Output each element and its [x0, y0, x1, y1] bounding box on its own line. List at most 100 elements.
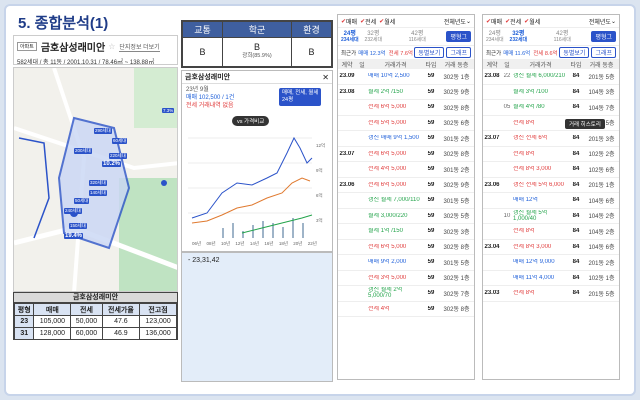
cell-price: 월세 1억 /150	[368, 228, 403, 235]
tab-42[interactable]: 42평 116세대	[388, 31, 446, 43]
map-marker[interactable]: 50세대	[74, 198, 90, 204]
table-row[interactable]: 전세 8억 3,000 84 102동 6층	[483, 162, 619, 178]
col-header: 타입	[570, 62, 582, 69]
cell-date: 23.08	[339, 88, 355, 95]
graph-button[interactable]: 그래프	[591, 47, 616, 58]
map-marker[interactable]: 10.2%	[102, 161, 122, 167]
chevron-down-icon[interactable]: ⌄	[611, 18, 616, 25]
cell-unit: 302동 3층	[443, 229, 470, 236]
map-marker[interactable]: 140세대	[89, 190, 107, 196]
cell-price: 전세 4억	[368, 305, 390, 312]
map-marker[interactable]: 7.3%	[162, 108, 175, 113]
table-row[interactable]: 23.06 갱신 전세 5억 6,000 84 201동 1층	[483, 178, 619, 193]
tab-32[interactable]: 32평 232세대	[510, 31, 528, 43]
filter-wolse[interactable]: 월세	[529, 17, 589, 26]
cell: 23	[14, 315, 35, 328]
chart-legend[interactable]: 매매, 전세, 월세 24평	[279, 88, 322, 106]
table-row[interactable]: 전세 4억 5,000 59 301동 2층	[338, 162, 474, 178]
cell-type: 84	[572, 88, 580, 95]
by-building-button[interactable]: 동별보기	[559, 47, 590, 58]
col-header: 전세	[70, 303, 103, 316]
map-marker[interactable]: 220세대	[109, 153, 127, 159]
star-icon[interactable]: ☆	[108, 42, 115, 51]
cell-price: 매매 12억	[513, 197, 538, 204]
table-row[interactable]: 23.08 월세 2억 /150 59 302동 9층	[338, 85, 474, 100]
cell-date: 23.06	[484, 181, 500, 188]
graph-button[interactable]: 그래프	[446, 47, 471, 58]
table-row[interactable]: 전세 5억 5,000 59 302동 6층	[338, 116, 474, 131]
cell-unit: 104동 6층	[588, 198, 615, 205]
cell-price: 매매 12억 9,000	[513, 259, 555, 266]
cell-price: 갱신 전세 5억 6,000	[513, 181, 564, 188]
cell: 50,000	[70, 315, 103, 328]
table-row[interactable]: 전세 3억 5,000 59 302동 1층	[338, 271, 474, 286]
map-marker[interactable]: 19.4%	[64, 233, 84, 239]
table-row[interactable]: 23.04 전세 8억 3,000 84 104동 6층	[483, 240, 619, 255]
tab-24[interactable]: 24평 234세대	[341, 31, 359, 43]
map-marker[interactable]: 150세대	[69, 223, 87, 229]
table-row[interactable]: 전세 6억 5,000 59 302동 8층	[338, 240, 474, 255]
table-row[interactable]: 매매 12억 84 104동 6층	[483, 193, 619, 209]
table-row[interactable]: 월세 3,000/220 59 302동 5층	[338, 209, 474, 224]
map-marker[interactable]: 60세대	[112, 138, 128, 144]
area-button[interactable]: 평형그	[446, 31, 471, 42]
tab-32[interactable]: 32평 232세대	[365, 31, 383, 43]
map-view[interactable]: 290세대 60세대 200세대 220세대 10.2% 320세대 140세대…	[13, 67, 178, 292]
table-row[interactable]: 매매 11억 4,000 84 102동 1층	[483, 271, 619, 286]
filter-jeonse[interactable]: 전세	[365, 17, 376, 26]
filter-jeonse[interactable]: 전세	[510, 17, 521, 26]
detail-link[interactable]: 단지정보 더보기	[119, 42, 160, 52]
col-header: 전고점	[139, 303, 177, 316]
period-select[interactable]: 전체년도	[444, 17, 466, 26]
period-select[interactable]: 전체년도	[589, 17, 611, 26]
tab-sub: 232세대	[364, 36, 383, 43]
x-tick: 14년	[249, 241, 260, 246]
area-button[interactable]: 평형그	[591, 31, 616, 42]
cell-type: 84	[572, 166, 580, 173]
filter-sale[interactable]: 매매	[491, 17, 502, 26]
table-row[interactable]: 갱신 월세 7,000/110 59 301동 5층	[338, 193, 474, 209]
table-row[interactable]: 23.06 전세 6억 5,000 59 302동 9층	[338, 178, 474, 193]
map-marker[interactable]: 200세대	[74, 148, 92, 154]
range-text: - 23,31,42	[188, 257, 220, 264]
table-row[interactable]: 23.07 갱신 전세 6억 84 201동 3층	[483, 131, 619, 147]
map-marker[interactable]: 320세대	[89, 180, 107, 186]
table-row[interactable]: 월세 3억 /100 84 104동 3층	[483, 85, 619, 100]
chevron-down-icon[interactable]: ⌄	[466, 18, 471, 25]
close-icon[interactable]: ✕	[322, 73, 329, 82]
cell-date: 23.08	[484, 73, 500, 80]
cell-type: 84	[572, 259, 580, 266]
table-row[interactable]: 매매 9억 2,000 59 301동 5층	[338, 255, 474, 271]
cell-date: 23.07	[339, 150, 355, 157]
table-row[interactable]: 23.07 전세 6억 5,000 59 302동 8층	[338, 147, 474, 162]
by-building-button[interactable]: 동별보기	[414, 47, 445, 58]
filter-sale[interactable]: 매매	[346, 17, 357, 26]
complex-name: 금호삼성래미안	[40, 43, 106, 54]
table-row[interactable]: 전세 4억 59 302동 8층	[338, 302, 474, 317]
price-table-title: 금호삼성래미안	[14, 293, 177, 303]
cell-unit: 302동 5층	[443, 214, 470, 221]
map-marker[interactable]: 290세대	[94, 128, 112, 134]
tab-24[interactable]: 24평 234세대	[486, 31, 504, 43]
map-marker[interactable]: 240세대	[64, 208, 82, 214]
tab-42[interactable]: 42평 116세대	[533, 31, 591, 43]
table-row[interactable]: 월세 1억 /150 59 302동 3층	[338, 224, 474, 240]
filter-wolse[interactable]: 월세	[384, 17, 444, 26]
table-row[interactable]: 10 갱신 월세 5억 1,000/40 84 104동 2층	[483, 209, 619, 224]
cell-price: 매매 11억 4,000	[513, 274, 555, 281]
cell-price: 전세 6억 5,000	[368, 150, 407, 157]
table-row[interactable]: 전세 8억 84 102동 2층	[483, 147, 619, 162]
cell-unit: 301동 2층	[443, 167, 470, 174]
table-row[interactable]: 23.03 전세 8억 84 201동 5층	[483, 286, 619, 302]
cell-type: 84	[572, 181, 580, 188]
table-row[interactable]: 갱신 월세 2억 5,000/70 59 302동 7층	[338, 286, 474, 302]
table-row[interactable]: 23.09 매매 10억 2,500 59 302동 1층	[338, 69, 474, 85]
table-row[interactable]: 05 월세 4억 /80 84 104동 7층	[483, 100, 619, 116]
cell-unit: 302동 9층	[443, 90, 470, 97]
table-row[interactable]: 전세 8억 84 104동 2층	[483, 224, 619, 240]
table-row[interactable]: 매매 12억 9,000 84 201동 2층	[483, 255, 619, 271]
table-row[interactable]: 갱신 매매 9억 1,500 59 301동 2층	[338, 131, 474, 147]
cell-price: 전세 8억	[513, 228, 535, 235]
table-row[interactable]: 23.08 22 갱신 월세 6,000/210 84 201동 5층	[483, 69, 619, 85]
table-row[interactable]: 전세 6억 5,000 59 302동 8층	[338, 100, 474, 116]
